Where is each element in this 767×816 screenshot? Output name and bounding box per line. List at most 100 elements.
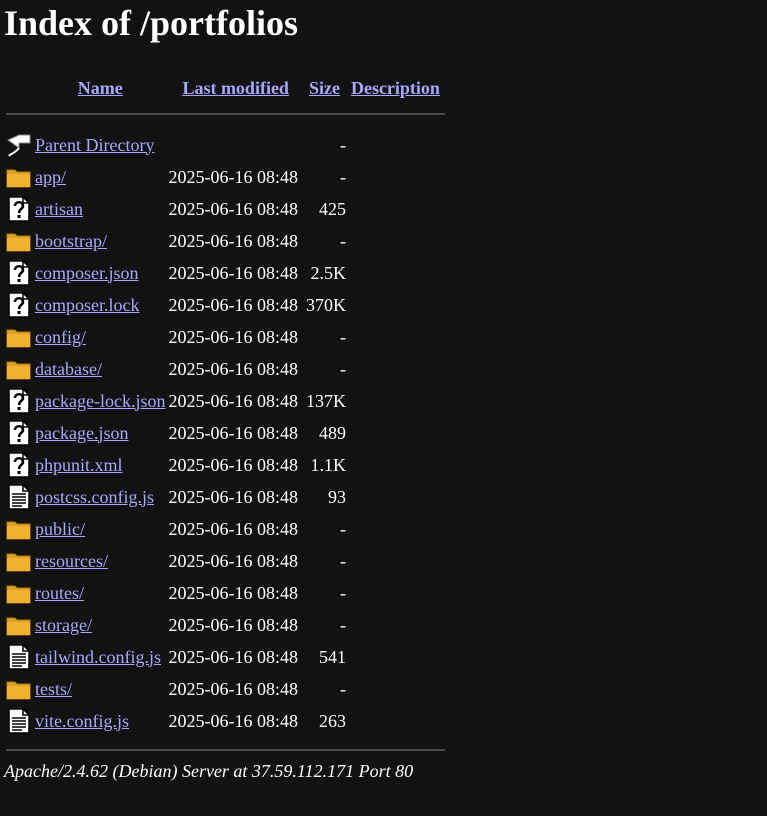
icon-cell xyxy=(6,321,32,353)
date-cell: 2025-06-16 08:48 xyxy=(168,614,298,635)
date-cell: 2025-06-16 08:48 xyxy=(168,358,298,379)
table-row: bootstrap/2025-06-16 08:48 - xyxy=(6,225,445,257)
file-link[interactable]: phpunit.xml xyxy=(35,455,123,475)
description-cell xyxy=(346,609,445,641)
table-row: routes/2025-06-16 08:48 - xyxy=(6,577,445,609)
file-link[interactable]: package-lock.json xyxy=(35,391,165,411)
table-row: resources/2025-06-16 08:48 - xyxy=(6,545,445,577)
text-file-icon xyxy=(6,644,32,670)
name-cell: phpunit.xml xyxy=(32,449,168,481)
icon-cell xyxy=(6,545,32,577)
folder-icon xyxy=(6,548,32,574)
file-link[interactable]: package.json xyxy=(35,423,128,443)
description-cell xyxy=(346,545,445,577)
table-row: tailwind.config.js 2025-06-16 08:48 541 xyxy=(6,641,445,673)
description-cell xyxy=(346,225,445,257)
icon-cell xyxy=(6,289,32,321)
date-cell: 2025-06-16 08:48 xyxy=(168,518,298,539)
file-link[interactable]: composer.json xyxy=(35,263,139,283)
icon-cell xyxy=(6,705,32,737)
table-row: phpunit.xml 2025-06-16 08:48 1.1K xyxy=(6,449,445,481)
back-arrow-icon xyxy=(7,134,31,157)
size-cell: - xyxy=(339,550,346,571)
file-link[interactable]: vite.config.js xyxy=(35,711,129,731)
file-link[interactable]: app/ xyxy=(35,167,66,187)
table-row: composer.json 2025-06-16 08:48 2.5K xyxy=(6,257,445,289)
size-cell: - xyxy=(339,166,346,187)
description-cell xyxy=(346,577,445,609)
unknown-file-icon xyxy=(6,388,32,414)
text-file-icon xyxy=(6,484,32,510)
size-cell: - xyxy=(339,518,346,539)
size-cell: 263 xyxy=(318,710,346,731)
header-size: Size xyxy=(303,71,346,103)
name-cell: bootstrap/ xyxy=(32,225,168,257)
size-cell: 2.5K xyxy=(310,262,346,283)
description-cell xyxy=(346,449,445,481)
file-link[interactable]: artisan xyxy=(35,199,83,219)
description-cell xyxy=(346,705,445,737)
sort-by-name-link[interactable]: Name xyxy=(78,78,123,98)
name-cell: Parent Directory xyxy=(32,129,168,161)
date-cell: 2025-06-16 08:48 xyxy=(168,422,298,443)
name-cell: package.json xyxy=(32,417,168,449)
size-cell: - xyxy=(339,230,346,251)
header-last-modified: Last modified xyxy=(168,71,303,103)
description-cell xyxy=(346,193,445,225)
footer-divider-row xyxy=(6,737,445,761)
table-row: tests/2025-06-16 08:48 - xyxy=(6,673,445,705)
unknown-file-icon xyxy=(6,452,32,478)
table-row: storage/2025-06-16 08:48 - xyxy=(6,609,445,641)
name-cell: vite.config.js xyxy=(32,705,168,737)
icon-cell xyxy=(6,641,32,673)
file-link[interactable]: public/ xyxy=(35,519,85,539)
file-link[interactable]: config/ xyxy=(35,327,86,347)
date-cell: 2025-06-16 08:48 xyxy=(168,710,298,731)
name-cell: composer.json xyxy=(32,257,168,289)
folder-icon xyxy=(6,356,32,382)
file-listing-table: Name Last modified Size Description Pare… xyxy=(6,71,445,761)
name-cell: public/ xyxy=(32,513,168,545)
file-link[interactable]: storage/ xyxy=(35,615,92,635)
name-cell: package-lock.json xyxy=(32,385,168,417)
name-cell: config/ xyxy=(32,321,168,353)
file-link[interactable]: resources/ xyxy=(35,551,108,571)
folder-icon xyxy=(6,516,32,542)
unknown-file-icon xyxy=(6,420,32,446)
file-link[interactable]: postcss.config.js xyxy=(35,487,154,507)
folder-icon xyxy=(6,228,32,254)
icon-cell xyxy=(6,129,32,161)
icon-cell xyxy=(6,193,32,225)
file-link[interactable]: bootstrap/ xyxy=(35,231,107,251)
table-row: package-lock.json 2025-06-16 08:48 137K xyxy=(6,385,445,417)
unknown-file-icon xyxy=(6,292,32,318)
size-cell: 541 xyxy=(318,646,346,667)
file-link[interactable]: tests/ xyxy=(35,679,72,699)
folder-icon xyxy=(6,580,32,606)
date-cell: 2025-06-16 08:48 xyxy=(168,326,298,347)
file-link[interactable]: tailwind.config.js xyxy=(35,647,161,667)
icon-cell xyxy=(6,513,32,545)
name-cell: tailwind.config.js xyxy=(32,641,168,673)
table-row: vite.config.js 2025-06-16 08:48 263 xyxy=(6,705,445,737)
table-row: package.json 2025-06-16 08:48 489 xyxy=(6,417,445,449)
file-link[interactable]: database/ xyxy=(35,359,102,379)
icon-cell xyxy=(6,225,32,257)
sort-by-size-link[interactable]: Size xyxy=(309,78,340,98)
sort-by-last-modified-link[interactable]: Last modified xyxy=(182,78,289,98)
icon-cell xyxy=(6,417,32,449)
parent-directory-row: Parent Directory - xyxy=(6,129,445,161)
icon-cell xyxy=(6,609,32,641)
icon-cell xyxy=(6,353,32,385)
file-link[interactable]: routes/ xyxy=(35,583,84,603)
folder-icon xyxy=(6,164,32,190)
divider xyxy=(6,749,445,751)
file-link[interactable]: composer.lock xyxy=(35,295,139,315)
sort-by-description-link[interactable]: Description xyxy=(351,78,440,98)
table-header-row: Name Last modified Size Description xyxy=(6,71,445,103)
date-cell: 2025-06-16 08:48 xyxy=(168,166,298,187)
text-file-icon xyxy=(6,708,32,734)
table-row: postcss.config.js 2025-06-16 08:48 93 xyxy=(6,481,445,513)
parent-directory-link[interactable]: Parent Directory xyxy=(35,135,154,155)
date-cell: 2025-06-16 08:48 xyxy=(168,646,298,667)
